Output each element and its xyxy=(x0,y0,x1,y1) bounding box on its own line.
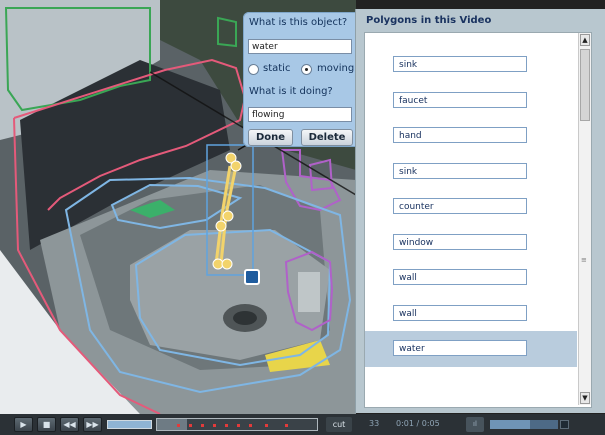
frame-number: 33 xyxy=(369,419,380,428)
list-item[interactable]: wall xyxy=(365,260,577,296)
label-popup: What is this object? water static moving… xyxy=(243,12,356,147)
zoom-end-button[interactable] xyxy=(560,420,569,429)
timeline-progress xyxy=(157,419,187,430)
time-display: 0:01 / 0:05 xyxy=(396,419,440,428)
keyframe-marker xyxy=(265,424,268,427)
polygon-label-field[interactable]: sink xyxy=(393,163,527,179)
zoom-slider[interactable] xyxy=(490,420,558,429)
resize-handle[interactable] xyxy=(244,269,260,285)
polygon-list: sink faucet hand sink counter window wal… xyxy=(364,32,592,408)
list-item[interactable]: window xyxy=(365,225,577,261)
polygon-label-field[interactable]: hand xyxy=(393,127,527,143)
list-item[interactable]: wall xyxy=(365,296,577,332)
static-label: static xyxy=(263,63,291,74)
water-vertex[interactable] xyxy=(215,220,227,232)
polygon-label-field[interactable]: wall xyxy=(393,305,527,321)
scroll-thumb[interactable] xyxy=(580,49,590,121)
keyframe-marker xyxy=(213,424,216,427)
object-name-input[interactable]: water xyxy=(248,39,352,54)
polygon-label-field[interactable]: wall xyxy=(393,269,527,285)
list-item[interactable]: counter xyxy=(365,189,577,225)
list-item[interactable]: hand xyxy=(365,118,577,154)
polygon-label-field[interactable]: counter xyxy=(393,198,527,214)
cut-button[interactable]: cut xyxy=(326,417,352,432)
zoom-slider-fill xyxy=(490,420,530,429)
keyframe-marker xyxy=(249,424,252,427)
keyframe-marker xyxy=(237,424,240,427)
list-item[interactable]: sink xyxy=(365,47,577,83)
signal-icon[interactable]: ıl xyxy=(466,417,484,432)
polygons-panel: Polygons in this Video sink faucet hand … xyxy=(355,9,605,413)
delete-button[interactable]: Delete xyxy=(301,129,353,146)
polygon-label-field[interactable]: water xyxy=(393,340,527,356)
list-scrollbar[interactable]: ▲ ≡ ▼ xyxy=(578,33,591,405)
rewind-icon[interactable]: ◀◀ xyxy=(60,417,79,432)
volume-slider[interactable] xyxy=(107,420,152,429)
action-input[interactable]: flowing xyxy=(248,107,352,122)
done-button[interactable]: Done xyxy=(248,129,293,146)
playback-controls: ▶ ■ ◀◀ ▶▶ cut 33 0:01 / 0:05 ıl xyxy=(0,414,605,435)
scroll-down-icon[interactable]: ▼ xyxy=(580,392,590,404)
keyframe-marker xyxy=(177,424,180,427)
moving-radio[interactable] xyxy=(301,64,312,75)
list-item-selected[interactable]: water xyxy=(365,331,577,367)
object-question: What is this object? xyxy=(249,17,348,28)
fast-forward-icon[interactable]: ▶▶ xyxy=(83,417,102,432)
keyframe-marker xyxy=(189,424,192,427)
scroll-up-icon[interactable]: ▲ xyxy=(580,34,590,46)
action-question: What is it doing? xyxy=(249,86,333,97)
keyframe-marker xyxy=(225,424,228,427)
static-radio[interactable] xyxy=(248,64,259,75)
list-item[interactable]: sink xyxy=(365,154,577,190)
keyframe-marker xyxy=(285,424,288,427)
polygon-label-field[interactable]: sink xyxy=(393,56,527,72)
video-frame[interactable]: What is this object? water static moving… xyxy=(0,0,356,414)
timeline-scrubber[interactable] xyxy=(156,418,318,431)
annotation-app: What is this object? water static moving… xyxy=(0,0,605,435)
polygon-label-field[interactable]: faucet xyxy=(393,92,527,108)
water-vertex[interactable] xyxy=(221,258,233,270)
list-item[interactable]: faucet xyxy=(365,83,577,119)
water-vertex[interactable] xyxy=(222,210,234,222)
water-vertex[interactable] xyxy=(230,160,242,172)
keyframe-marker xyxy=(201,424,204,427)
scroll-grip-icon: ≡ xyxy=(581,256,587,264)
play-icon[interactable]: ▶ xyxy=(14,417,33,432)
stop-icon[interactable]: ■ xyxy=(37,417,56,432)
polygon-label-field[interactable]: window xyxy=(393,234,527,250)
moving-label: moving xyxy=(317,63,355,74)
panel-title: Polygons in this Video xyxy=(366,15,492,26)
